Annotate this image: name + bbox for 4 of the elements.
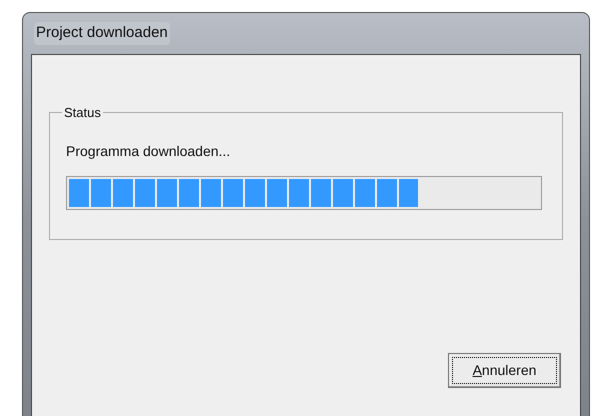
cancel-button[interactable]: Annuleren — [448, 353, 561, 388]
group-legend: Status — [62, 103, 103, 122]
window-title: Project downloaden — [34, 22, 170, 45]
status-message: Programma downloaden... — [66, 142, 230, 161]
